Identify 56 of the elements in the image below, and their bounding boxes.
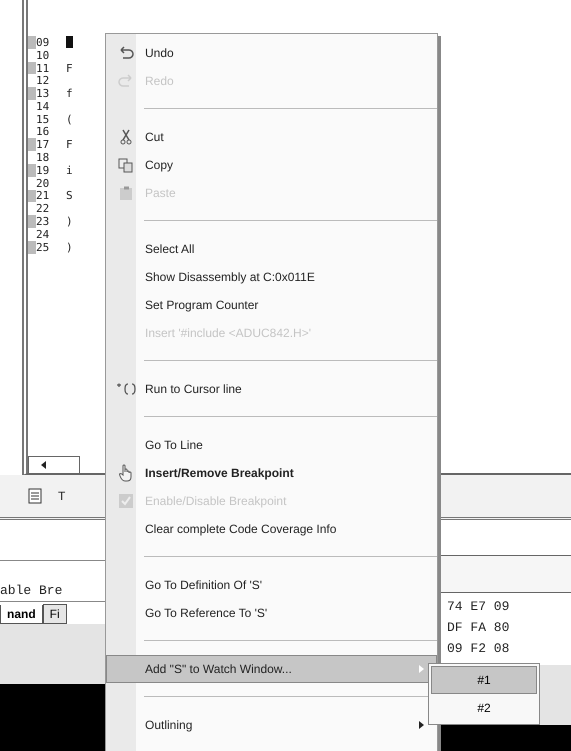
code-text: F	[66, 138, 73, 152]
code-text: )	[66, 240, 73, 254]
left-arrow-icon	[41, 461, 47, 469]
code-text: F	[66, 62, 73, 74]
menu-item[interactable]: Insert/Remove Breakpoint	[106, 459, 437, 487]
line-number: 17	[36, 138, 50, 152]
menu-item[interactable]: Go To Reference To 'S'	[106, 599, 437, 627]
menu-item[interactable]: Run to Cursor line	[106, 375, 437, 403]
panel-tab[interactable]: nand	[0, 605, 43, 624]
menu-item[interactable]: Add "S" to Watch Window...	[106, 655, 437, 683]
line-number: 10	[36, 48, 50, 62]
scissors-icon	[120, 129, 132, 145]
menu-item[interactable]: Set Program Counter	[106, 291, 437, 319]
scroll-left-button[interactable]	[28, 456, 80, 473]
menu-item[interactable]: Undo	[106, 39, 437, 67]
line-number: 09	[36, 36, 50, 49]
line-number: 24	[36, 228, 50, 241]
line-number: 19	[36, 164, 50, 177]
line-number: 18	[36, 151, 50, 164]
menu-item[interactable]: Clear complete Code Coverage Info	[106, 515, 437, 543]
line-number: 16	[36, 125, 50, 138]
menu-item[interactable]: Go To Definition Of 'S'	[106, 571, 437, 599]
memory-row-text: DF FA 80	[447, 620, 510, 637]
line-number: 23	[36, 215, 50, 228]
code-text: )	[66, 215, 73, 228]
breakpoint-window-icon	[118, 493, 134, 509]
address-field[interactable]	[440, 555, 571, 593]
braces-star-icon	[115, 383, 137, 395]
line-number: 13	[36, 87, 50, 100]
line-number: 12	[36, 74, 50, 88]
code-text: i	[66, 164, 73, 177]
code-text: f	[66, 87, 73, 100]
line-number: 20	[36, 176, 50, 190]
menu-item[interactable]: Copy	[106, 151, 437, 179]
line-number: 22	[36, 202, 50, 216]
tab-label[interactable]: T	[58, 489, 66, 503]
menu-item[interactable]: Go To Line	[106, 431, 437, 459]
menu-item[interactable]: #1	[431, 666, 537, 694]
line-number: 25	[36, 240, 50, 254]
line-number: 14	[36, 100, 50, 113]
code-text: S	[66, 189, 73, 202]
menu-item[interactable]: Cut	[106, 123, 437, 151]
command-output-text: able Bre	[0, 583, 62, 600]
clipboard-icon	[118, 186, 134, 200]
memory-row-text: 74 E7 09	[447, 599, 510, 616]
hand-icon	[118, 464, 134, 482]
copy-pages-icon	[118, 158, 134, 172]
line-number: 21	[36, 189, 50, 202]
menu-item[interactable]: Show Disassembly at C:0x011E	[106, 263, 437, 291]
menu-item[interactable]: Select All	[106, 235, 437, 263]
memory-row-text: 09 F2 08	[447, 641, 510, 658]
line-number: 11	[36, 62, 50, 74]
line-number: 15	[36, 112, 50, 126]
panel-tab[interactable]: Fi	[42, 604, 67, 624]
document-icon	[28, 488, 42, 504]
code-text: (	[66, 112, 73, 126]
